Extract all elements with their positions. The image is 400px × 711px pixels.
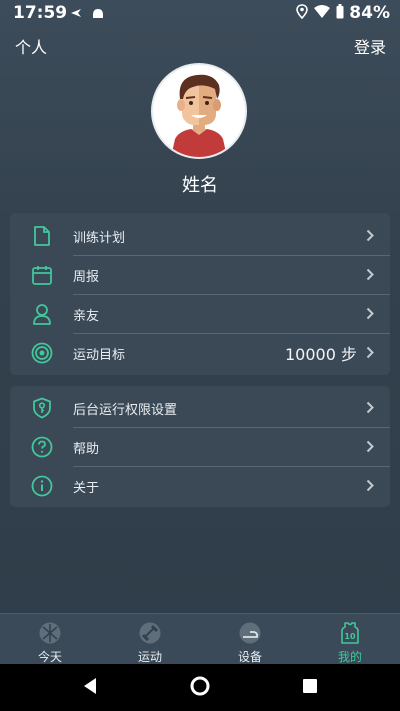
menu-item-friends[interactable]: 亲友 [10, 294, 390, 333]
bottom-nav: 今天 运动 设备 10 我的 [0, 613, 400, 665]
menu-item-label: 后台运行权限设置 [73, 403, 178, 418]
top-bar: 个人 登录 [0, 30, 400, 58]
location-icon [296, 3, 309, 23]
device-icon [239, 622, 261, 644]
page: 17:59 84% 个人 登录 姓名 训练计划 周报 亲友 运动目标 10000… [0, 0, 400, 711]
home-icon[interactable] [190, 676, 210, 696]
nav-tab-today[interactable]: 今天 [0, 614, 100, 665]
nav-tab-device[interactable]: 设备 [200, 614, 300, 665]
today-icon [39, 622, 61, 644]
document-icon [34, 226, 50, 246]
status-left-icons [69, 5, 105, 24]
nav-label: 我的 [337, 650, 362, 664]
menu-item-training-plan[interactable]: 训练计划 [10, 216, 390, 255]
menu-item-about[interactable]: 关于 [10, 466, 390, 505]
chevron-right-icon [366, 346, 374, 359]
nav-label: 设备 [237, 650, 262, 664]
status-bar: 17:59 84% [0, 0, 400, 26]
menu-item-label: 亲友 [73, 309, 100, 324]
back-icon[interactable] [82, 677, 98, 695]
menu-item-exercise-goal[interactable]: 运动目标 10000 步 [10, 333, 390, 372]
menu-item-label: 训练计划 [73, 231, 126, 246]
person-icon [33, 304, 51, 325]
menu-item-label: 关于 [73, 481, 100, 496]
menu-item-label: 运动目标 [73, 348, 126, 363]
avatar[interactable] [151, 63, 247, 159]
profile-name[interactable]: 姓名 [0, 171, 400, 197]
wifi-icon [313, 4, 331, 23]
chevron-right-icon [366, 401, 374, 414]
menu-item-background-permission[interactable]: 后台运行权限设置 [10, 388, 390, 427]
chevron-right-icon [366, 268, 374, 281]
page-title: 个人 [15, 38, 48, 57]
battery-icon [336, 3, 344, 23]
help-icon [31, 436, 53, 458]
avatar-icon [171, 74, 227, 157]
menu-card-primary: 训练计划 周报 亲友 运动目标 10000 步 [10, 213, 390, 375]
info-icon [31, 475, 53, 497]
nav-tab-mine[interactable]: 10 我的 [300, 614, 400, 665]
chevron-right-icon [366, 440, 374, 453]
target-icon [31, 342, 53, 364]
chevron-right-icon [366, 307, 374, 320]
menu-item-help[interactable]: 帮助 [10, 427, 390, 466]
status-right: 84% [296, 3, 390, 23]
shield-key-icon [33, 397, 51, 419]
menu-item-label: 周报 [73, 270, 100, 285]
battery-percent: 84% [349, 3, 390, 23]
nav-label: 运动 [137, 650, 162, 664]
login-button[interactable]: 登录 [354, 34, 386, 58]
android-icon [91, 5, 105, 24]
status-time: 17:59 [13, 3, 68, 23]
chevron-right-icon [366, 479, 374, 492]
nav-tab-exercise[interactable]: 运动 [100, 614, 200, 665]
dumbbell-icon [139, 622, 161, 644]
jersey-number: 10 [344, 632, 356, 641]
airplane-sync-icon [69, 5, 83, 24]
menu-item-label: 帮助 [73, 442, 100, 457]
chevron-right-icon [366, 229, 374, 242]
jersey-icon: 10 [341, 622, 359, 644]
recents-icon[interactable] [302, 678, 318, 694]
menu-item-weekly-report[interactable]: 周报 [10, 255, 390, 294]
calendar-icon [32, 266, 52, 285]
system-nav-bar [0, 664, 400, 711]
nav-label: 今天 [37, 650, 62, 664]
menu-card-secondary: 后台运行权限设置 帮助 关于 [10, 386, 390, 507]
step-goal-value: 10000 步 [285, 345, 357, 364]
